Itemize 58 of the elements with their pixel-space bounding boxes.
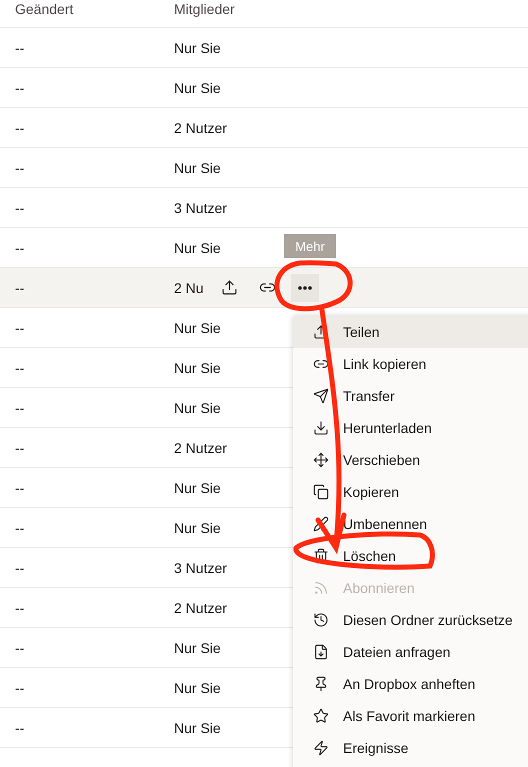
- tooltip: Mehr: [284, 234, 336, 258]
- table-cell: 3 Nutzer: [174, 200, 227, 216]
- table-cell-text: --: [15, 480, 26, 496]
- table-cell: Nur Sie: [174, 520, 221, 536]
- table-cell-text: --: [15, 520, 26, 536]
- table-cell: Nur Sie: [174, 400, 221, 416]
- star-icon: [313, 708, 329, 724]
- table-cell-text: 2 Nu: [174, 280, 205, 296]
- table-cell: 3 Nutzer: [174, 560, 227, 576]
- menu-item[interactable]: Link kopieren: [293, 348, 528, 380]
- table-cell-text: --: [15, 680, 26, 696]
- table-cell: Nur Sie: [174, 320, 221, 336]
- table-cell-text: --: [15, 440, 26, 456]
- table-cell-text: --: [15, 40, 26, 56]
- table-cell-text: --: [15, 200, 26, 216]
- download-icon: [313, 420, 329, 436]
- column-header[interactable]: Mitglieder: [159, 0, 459, 27]
- more-button[interactable]: [291, 274, 319, 302]
- menu-item[interactable]: Kopieren: [293, 476, 528, 508]
- table-cell-text: --: [15, 160, 26, 176]
- table-cell: 2 Nutzer: [174, 120, 227, 136]
- table-cell-text: --: [15, 640, 26, 656]
- table-cell-text: --: [15, 560, 26, 576]
- copy-icon: [313, 484, 329, 500]
- column-header[interactable]: Geändert: [0, 0, 159, 27]
- table-row[interactable]: -- 2 Nu: [0, 268, 528, 308]
- table-cell: Nur Sie: [174, 160, 221, 176]
- table-cell-text: --: [15, 240, 26, 256]
- table-cell-text: --: [15, 600, 26, 616]
- table-cell-text: --: [15, 400, 26, 416]
- table-cell-text: --: [15, 720, 26, 736]
- table-cell: Nur Sie: [174, 480, 221, 496]
- menu-item[interactable]: Dateien anfragen: [293, 636, 528, 668]
- table-cell-text: --: [15, 280, 26, 296]
- table-cell-text: --: [15, 80, 26, 96]
- table-cell: Nur Sie: [174, 640, 221, 656]
- table-cell: Nur Sie: [174, 240, 221, 256]
- pin-icon: [313, 676, 329, 692]
- restore-icon: [313, 612, 329, 628]
- table-cell: Nur Sie: [174, 720, 221, 736]
- menu-item[interactable]: Teilen: [293, 316, 528, 348]
- table-cell: 2 Nutzer: [174, 440, 227, 456]
- table-cell: Nur Sie: [174, 40, 221, 56]
- transfer-icon: [313, 388, 329, 404]
- share-icon: [220, 279, 238, 296]
- menu-item[interactable]: An Dropbox anheften: [293, 668, 528, 700]
- more-icon: [298, 286, 312, 290]
- table-cell-text: --: [15, 360, 26, 376]
- move-icon: [313, 452, 329, 468]
- menu-item[interactable]: Umbenennen: [293, 508, 528, 540]
- table-cell: Nur Sie: [174, 80, 221, 96]
- table-cell-text: --: [15, 320, 26, 336]
- table-cell: Nur Sie: [174, 680, 221, 696]
- table-cell-text: --: [15, 120, 26, 136]
- table-cell: Nur Sie: [174, 360, 221, 376]
- table-cell: 2 Nutzer: [174, 600, 227, 616]
- rename-icon: [313, 516, 329, 532]
- subscribe-icon: [313, 580, 329, 596]
